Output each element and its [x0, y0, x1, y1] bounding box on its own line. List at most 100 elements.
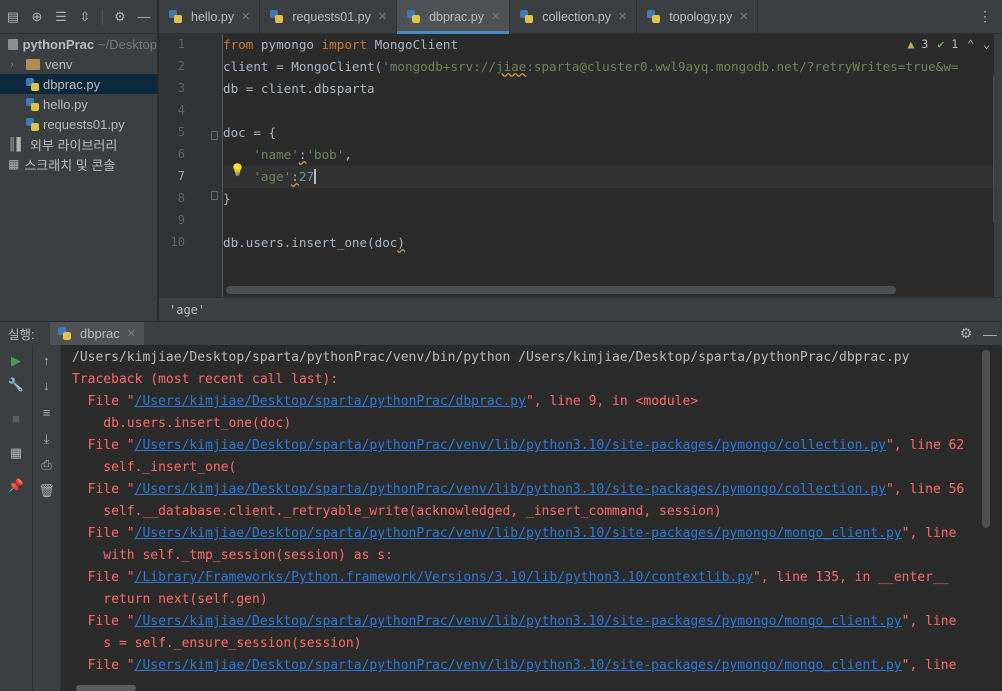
- project-toolbar: ▤ ⊕ ☰ ⇳ ⚙ —: [0, 0, 157, 34]
- close-icon[interactable]: ✕: [491, 10, 500, 23]
- python-file-icon: [520, 10, 534, 23]
- up-arrow-icon[interactable]: ↑: [33, 353, 60, 368]
- editor-horizontal-scrollbar[interactable]: [226, 286, 896, 294]
- console-line: Traceback (most recent call last):: [72, 372, 339, 387]
- line-number: 2: [177, 59, 185, 73]
- console-line: self._insert_one(: [72, 460, 237, 475]
- chevron-up-icon[interactable]: ⌃: [967, 37, 974, 51]
- sidebar-toggle-icon[interactable]: ▤: [6, 9, 20, 24]
- wrench-icon[interactable]: 🔧: [0, 377, 32, 393]
- close-icon[interactable]: ✕: [378, 10, 387, 23]
- soft-wrap-icon[interactable]: ≡: [33, 405, 60, 420]
- more-tabs-icon[interactable]: ⋮: [968, 0, 1002, 33]
- close-icon[interactable]: ✕: [739, 10, 748, 23]
- fold-toggle-icon[interactable]: [211, 131, 218, 140]
- traceback-link[interactable]: /Users/kimjiae/Desktop/sparta/pythonPrac…: [135, 394, 526, 409]
- scroll-to-end-icon[interactable]: ⤓: [33, 431, 60, 447]
- weak-warning-count[interactable]: ✔ 1: [937, 37, 958, 51]
- tree-item-venv[interactable]: › venv: [0, 54, 157, 74]
- close-icon[interactable]: ✕: [127, 327, 136, 340]
- tree-item-scratches[interactable]: ▦ 스크래치 및 콘솔: [0, 154, 157, 174]
- tree-item-label: 스크래치 및 콘솔: [24, 157, 116, 173]
- tab-collection[interactable]: collection.py ✕: [510, 0, 638, 33]
- line-number: 8: [177, 191, 185, 205]
- tree-item-requests01[interactable]: requests01.py: [0, 114, 157, 134]
- fold-toggle-icon[interactable]: [211, 191, 218, 200]
- stop-icon[interactable]: ■: [0, 411, 32, 426]
- project-root-path: ~/Desktop: [98, 36, 157, 52]
- breadcrumb: 'age': [159, 297, 1002, 321]
- lightbulb-icon[interactable]: 💡: [230, 163, 245, 177]
- collapse-all-icon[interactable]: ⇳: [78, 9, 92, 24]
- crosshair-icon[interactable]: ⊕: [30, 9, 44, 24]
- python-file-icon: [647, 10, 661, 23]
- tab-topology[interactable]: topology.py ✕: [637, 0, 759, 33]
- traceback-link[interactable]: /Library/Frameworks/Python.framework/Ver…: [135, 570, 753, 585]
- console-output[interactable]: /Users/kimjiae/Desktop/sparta/pythonPrac…: [62, 345, 978, 685]
- console-line: File "/Users/kimjiae/Desktop/sparta/pyth…: [72, 438, 965, 453]
- project-root[interactable]: pythonPrac ~/Desktop: [0, 34, 157, 54]
- chevron-down-icon[interactable]: ⌄: [983, 37, 990, 51]
- traceback-link[interactable]: /Users/kimjiae/Desktop/sparta/pythonPrac…: [135, 482, 886, 497]
- tree-item-external-libraries[interactable]: ║▌ 외부 라이브러리: [0, 134, 157, 154]
- minimize-icon[interactable]: —: [137, 9, 151, 24]
- tab-dbprac[interactable]: dbprac.py ✕: [397, 0, 511, 34]
- tab-requests01[interactable]: requests01.py ✕: [260, 0, 398, 33]
- tree-item-label: venv: [45, 56, 73, 72]
- gear-icon[interactable]: ⚙: [954, 325, 978, 342]
- layout-icon[interactable]: ▦: [0, 445, 32, 461]
- minimize-icon[interactable]: —: [978, 326, 1002, 342]
- traceback-link[interactable]: /Users/kimjiae/Desktop/sparta/pythonPrac…: [135, 658, 902, 673]
- code-line-1: from pymongo import MongoClient: [223, 37, 459, 52]
- toolbar-divider: [102, 8, 103, 25]
- close-icon[interactable]: ✕: [618, 10, 627, 23]
- chevron-right-icon[interactable]: ›: [6, 59, 18, 70]
- traceback-link[interactable]: /Users/kimjiae/Desktop/sparta/pythonPrac…: [135, 438, 886, 453]
- line-number: 9: [177, 213, 185, 227]
- tree-item-hello[interactable]: hello.py: [0, 94, 157, 114]
- trash-icon[interactable]: 🗑: [33, 483, 60, 499]
- console-line: s = self._ensure_session(session): [72, 636, 362, 651]
- line-number: 7: [177, 169, 185, 183]
- down-arrow-icon[interactable]: ↓: [33, 378, 60, 393]
- code-line-3: db = client.dbsparta: [223, 81, 375, 96]
- console-vertical-scrollbar[interactable]: [982, 350, 990, 528]
- library-icon: ║▌: [8, 137, 26, 151]
- breadcrumb-item[interactable]: 'age': [169, 303, 205, 317]
- code-line-2: client = MongoClient('mongodb+srv://jiae…: [223, 59, 959, 74]
- tab-label: collection.py: [542, 9, 611, 24]
- run-tab-dbprac[interactable]: dbprac ✕: [50, 322, 144, 345]
- pin-icon[interactable]: 📌: [0, 478, 32, 494]
- tree-item-label: hello.py: [43, 96, 88, 112]
- tree-item-label: dbprac.py: [43, 76, 101, 92]
- traceback-link[interactable]: /Users/kimjiae/Desktop/sparta/pythonPrac…: [135, 526, 902, 541]
- python-file-icon: [26, 117, 39, 131]
- folder-icon: [26, 58, 40, 70]
- traceback-link[interactable]: /Users/kimjiae/Desktop/sparta/pythonPrac…: [135, 614, 902, 629]
- console-line: /Users/kimjiae/Desktop/sparta/pythonPrac…: [72, 350, 910, 365]
- close-icon[interactable]: ✕: [241, 10, 250, 23]
- code-editor[interactable]: 1 2 3 4 5 6 7 8 9 10 from pymongo import…: [159, 34, 1002, 297]
- text-caret: [314, 169, 316, 184]
- code-line-8: }: [223, 191, 231, 206]
- run-icon[interactable]: ▶: [0, 353, 32, 369]
- console-line: File "/Users/kimjiae/Desktop/sparta/pyth…: [72, 526, 957, 541]
- line-number: 5: [177, 125, 185, 139]
- expand-all-icon[interactable]: ☰: [54, 9, 68, 24]
- gear-icon[interactable]: ⚙: [113, 9, 127, 24]
- python-file-icon: [407, 10, 421, 23]
- project-root-name: pythonPrac: [22, 36, 95, 52]
- editor-gutter: 1 2 3 4 5 6 7 8 9 10: [159, 34, 223, 297]
- inspection-widget[interactable]: ▲ 3 ✔ 1 ⌃ ⌄: [903, 37, 994, 51]
- editor-tab-bar: hello.py ✕ requests01.py ✕ dbprac.py ✕ c…: [159, 0, 1002, 34]
- scratch-icon: ▦: [8, 157, 20, 171]
- console-line: File "/Library/Frameworks/Python.framewo…: [72, 570, 949, 585]
- print-icon[interactable]: ⎙: [33, 457, 60, 473]
- console-line: with self._tmp_session(session) as s:: [72, 548, 393, 563]
- line-number: 10: [170, 235, 185, 249]
- warning-count[interactable]: ▲ 3: [908, 37, 929, 51]
- tree-item-dbprac[interactable]: dbprac.py: [0, 74, 157, 94]
- console-horizontal-scrollbar[interactable]: [76, 685, 136, 691]
- tab-hello[interactable]: hello.py ✕: [159, 0, 261, 33]
- tree-item-label: 외부 라이브러리: [30, 137, 118, 153]
